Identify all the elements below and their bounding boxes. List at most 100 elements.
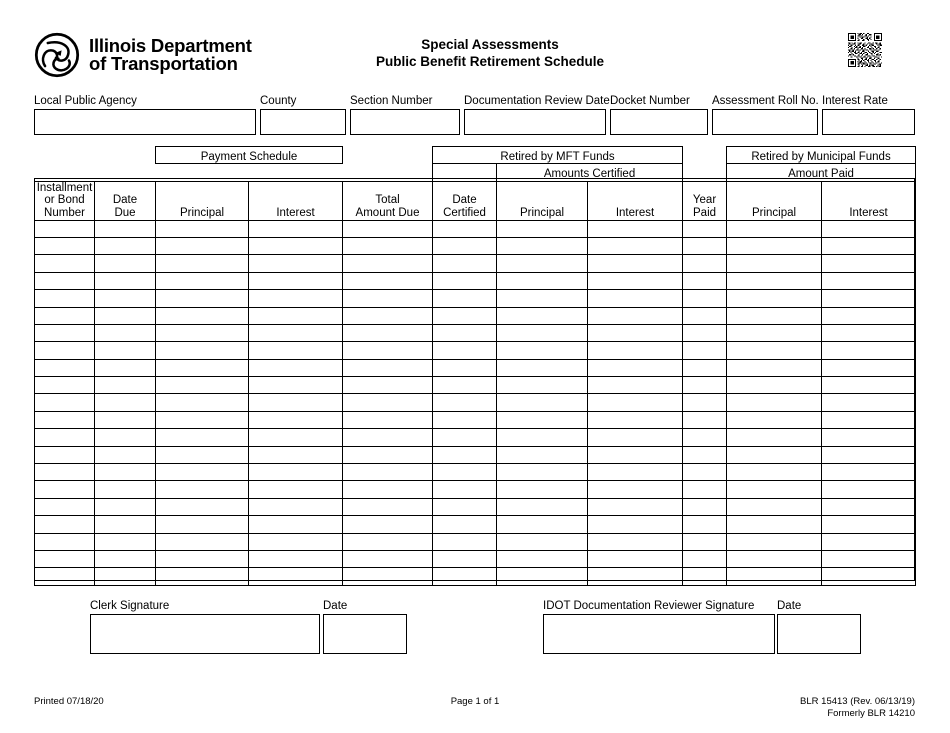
table-cell[interactable] — [821, 549, 917, 569]
table-cell[interactable] — [726, 480, 823, 499]
table-cell[interactable] — [682, 271, 728, 291]
table-cell[interactable] — [34, 376, 95, 395]
table-cell[interactable] — [155, 289, 249, 308]
table-cell[interactable] — [587, 376, 684, 395]
table-cell[interactable] — [726, 393, 823, 412]
table-cell[interactable] — [342, 358, 434, 378]
table-cell[interactable] — [587, 549, 684, 569]
table-cell[interactable] — [94, 376, 156, 395]
table-cell[interactable] — [432, 445, 498, 465]
table-cell[interactable] — [496, 236, 589, 256]
table-cell[interactable] — [496, 567, 589, 586]
table-cell[interactable] — [587, 306, 684, 325]
table-cell[interactable] — [726, 428, 823, 447]
table-cell[interactable] — [726, 254, 823, 273]
table-cell[interactable] — [432, 480, 498, 499]
table-cell[interactable] — [587, 236, 684, 256]
table-cell[interactable] — [587, 393, 684, 412]
table-cell[interactable] — [726, 463, 823, 482]
documentation-review-date-input[interactable] — [464, 109, 606, 135]
table-cell[interactable] — [34, 549, 95, 569]
table-cell[interactable] — [821, 515, 917, 534]
table-cell[interactable] — [821, 410, 917, 430]
table-cell[interactable] — [247, 306, 344, 325]
table-cell[interactable] — [587, 515, 684, 534]
table-cell[interactable] — [34, 358, 95, 378]
table-cell[interactable] — [432, 428, 498, 447]
table-cell[interactable] — [94, 428, 156, 447]
table-cell[interactable] — [432, 376, 498, 395]
table-cell[interactable] — [432, 497, 498, 517]
table-cell[interactable] — [247, 515, 344, 534]
table-cell[interactable] — [682, 445, 728, 465]
table-cell[interactable] — [155, 549, 249, 569]
table-cell[interactable] — [155, 428, 249, 447]
table-cell[interactable] — [682, 341, 728, 360]
table-cell[interactable] — [726, 376, 823, 395]
table-cell[interactable] — [34, 480, 95, 499]
table-cell[interactable] — [726, 289, 823, 308]
table-cell[interactable] — [496, 428, 589, 447]
table-cell[interactable] — [247, 480, 344, 499]
table-cell[interactable] — [821, 323, 917, 343]
table-cell[interactable] — [94, 323, 156, 343]
table-cell[interactable] — [821, 393, 917, 412]
clerk-signature-input[interactable] — [90, 614, 320, 654]
table-cell[interactable] — [247, 341, 344, 360]
table-cell[interactable] — [496, 480, 589, 499]
table-cell[interactable] — [94, 393, 156, 412]
table-cell[interactable] — [726, 236, 823, 256]
table-cell[interactable] — [821, 497, 917, 517]
table-cell[interactable] — [342, 306, 434, 325]
table-cell[interactable] — [496, 445, 589, 465]
table-cell[interactable] — [34, 271, 95, 291]
table-cell[interactable] — [682, 306, 728, 325]
table-cell[interactable] — [247, 376, 344, 395]
table-cell[interactable] — [682, 289, 728, 308]
table-cell[interactable] — [432, 289, 498, 308]
table-cell[interactable] — [342, 271, 434, 291]
table-cell[interactable] — [682, 376, 728, 395]
table-cell[interactable] — [432, 463, 498, 482]
table-cell[interactable] — [432, 567, 498, 586]
table-cell[interactable] — [155, 271, 249, 291]
table-cell[interactable] — [496, 497, 589, 517]
table-cell[interactable] — [94, 445, 156, 465]
table-cell[interactable] — [432, 549, 498, 569]
table-cell[interactable] — [155, 358, 249, 378]
table-cell[interactable] — [726, 567, 823, 586]
table-cell[interactable] — [342, 532, 434, 551]
table-cell[interactable] — [34, 289, 95, 308]
table-cell[interactable] — [432, 236, 498, 256]
table-cell[interactable] — [342, 428, 434, 447]
table-cell[interactable] — [247, 463, 344, 482]
table-cell[interactable] — [496, 393, 589, 412]
table-cell[interactable] — [496, 358, 589, 378]
table-cell[interactable] — [682, 219, 728, 238]
table-cell[interactable] — [821, 358, 917, 378]
table-cell[interactable] — [247, 393, 344, 412]
table-cell[interactable] — [342, 497, 434, 517]
table-cell[interactable] — [342, 445, 434, 465]
table-cell[interactable] — [247, 254, 344, 273]
table-cell[interactable] — [432, 271, 498, 291]
table-cell[interactable] — [496, 463, 589, 482]
table-cell[interactable] — [342, 463, 434, 482]
table-cell[interactable] — [342, 219, 434, 238]
table-cell[interactable] — [34, 463, 95, 482]
table-cell[interactable] — [432, 515, 498, 534]
table-cell[interactable] — [94, 463, 156, 482]
table-cell[interactable] — [94, 549, 156, 569]
table-cell[interactable] — [726, 271, 823, 291]
table-cell[interactable] — [821, 532, 917, 551]
table-cell[interactable] — [587, 358, 684, 378]
table-cell[interactable] — [155, 323, 249, 343]
table-cell[interactable] — [821, 341, 917, 360]
table-cell[interactable] — [94, 289, 156, 308]
table-cell[interactable] — [155, 393, 249, 412]
table-cell[interactable] — [726, 341, 823, 360]
table-cell[interactable] — [155, 306, 249, 325]
table-cell[interactable] — [496, 532, 589, 551]
table-cell[interactable] — [587, 480, 684, 499]
table-cell[interactable] — [821, 480, 917, 499]
